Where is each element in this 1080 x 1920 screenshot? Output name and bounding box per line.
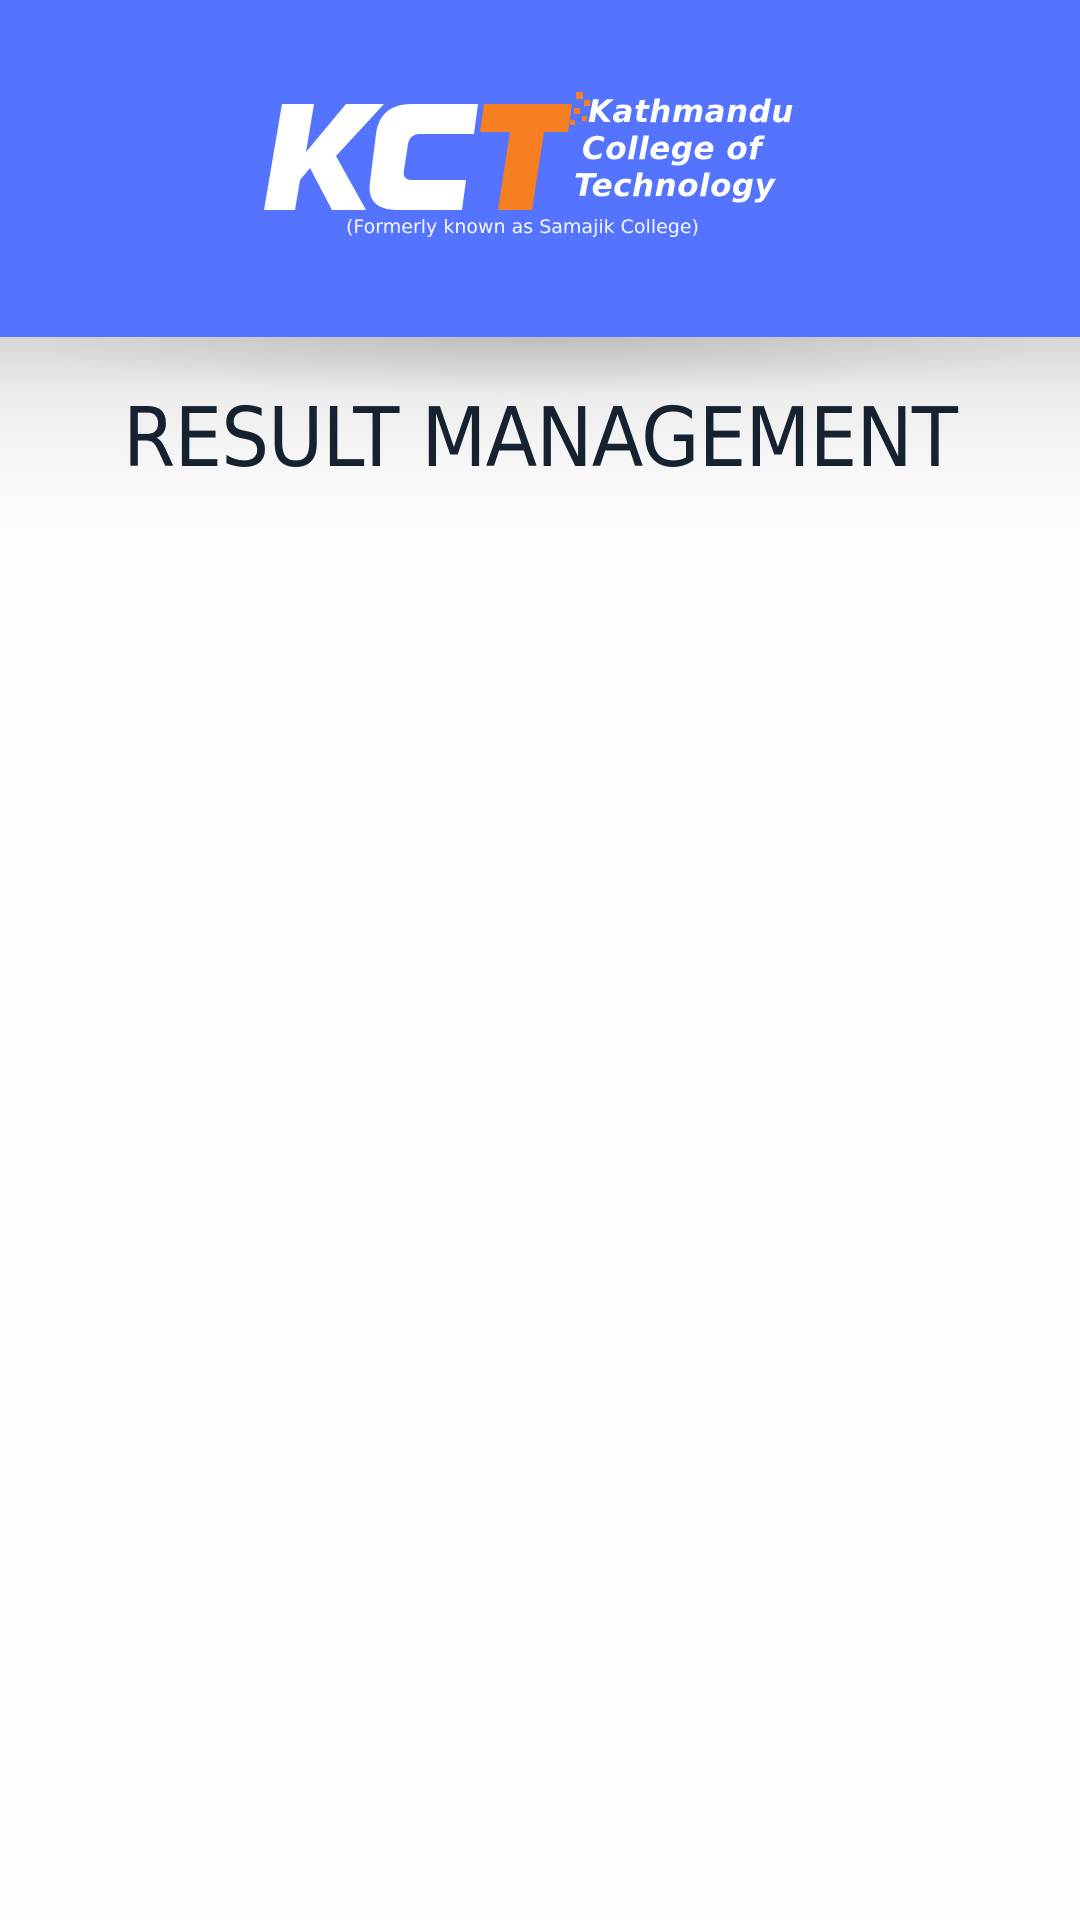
logo-name-line-3: Technology [574,168,776,204]
logo-tagline: (Formerly known as Samajik College) [346,216,699,238]
main-content-area [0,537,1080,1920]
logo-name-line-1: Kathmandu [588,94,794,130]
logo-college-name: Kathmandu College of Technology [574,94,794,205]
kct-logo-mark [264,92,590,210]
app-header: Kathmandu College of Technology (Formerl… [0,0,1080,337]
page-title: RESULT MANAGEMENT [122,391,958,486]
logo-name-line-2: College of [582,131,763,167]
college-logo: Kathmandu College of Technology (Formerl… [262,88,822,248]
